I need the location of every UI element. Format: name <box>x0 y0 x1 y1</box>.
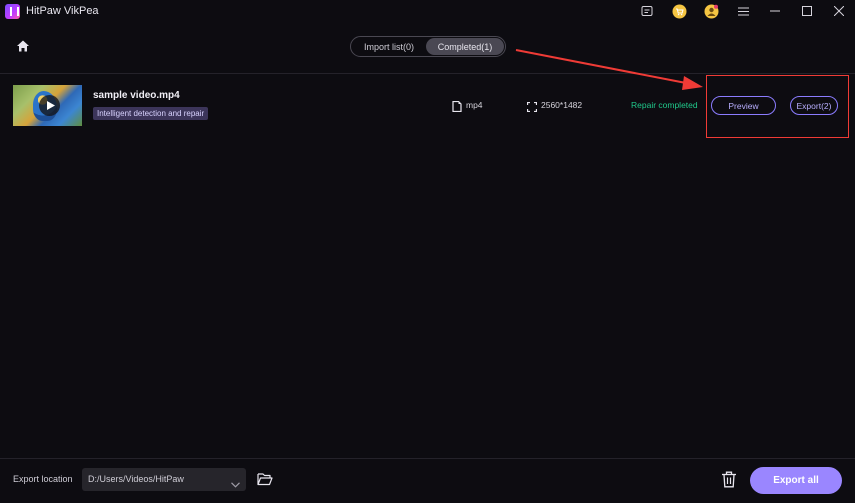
close-icon[interactable] <box>823 0 855 22</box>
app-logo-icon <box>5 4 20 19</box>
trash-icon[interactable] <box>721 471 737 493</box>
title-bar: HitPaw VikPea <box>0 0 855 22</box>
tab-import-list[interactable]: Import list(0) <box>352 38 426 55</box>
chevron-down-icon <box>231 475 240 493</box>
cart-icon[interactable] <box>663 0 695 22</box>
app-title: HitPaw VikPea <box>26 5 99 17</box>
account-icon[interactable] <box>695 0 727 22</box>
header-divider <box>0 73 855 74</box>
status-text: Repair completed <box>631 100 698 110</box>
resolution-icon <box>526 99 538 117</box>
footer-divider <box>0 458 855 459</box>
home-icon[interactable] <box>15 38 31 54</box>
export-location-label: Export location <box>13 474 73 484</box>
export-path-select[interactable]: D:/Users/Videos/HitPaw <box>82 468 246 491</box>
open-folder-icon[interactable] <box>257 472 273 491</box>
maximize-icon[interactable] <box>791 0 823 22</box>
export-all-button[interactable]: Export all <box>750 467 842 494</box>
menu-icon[interactable] <box>727 0 759 22</box>
feedback-icon[interactable] <box>631 0 663 22</box>
tab-completed[interactable]: Completed(1) <box>426 38 504 55</box>
annotation-highlight-box <box>706 75 849 138</box>
repair-mode-badge: Intelligent detection and repair <box>93 107 209 120</box>
title-bar-controls <box>631 0 855 22</box>
file-name: sample video.mp4 <box>93 90 180 101</box>
minimize-icon[interactable] <box>759 0 791 22</box>
play-icon[interactable] <box>39 95 60 116</box>
file-format-icon <box>452 99 462 117</box>
export-path-value: D:/Users/Videos/HitPaw <box>88 474 184 484</box>
file-format: mp4 <box>466 100 483 110</box>
list-tabs: Import list(0) Completed(1) <box>350 36 506 57</box>
video-thumbnail[interactable] <box>13 85 82 126</box>
resolution-value: 2560*1482 <box>541 100 583 110</box>
